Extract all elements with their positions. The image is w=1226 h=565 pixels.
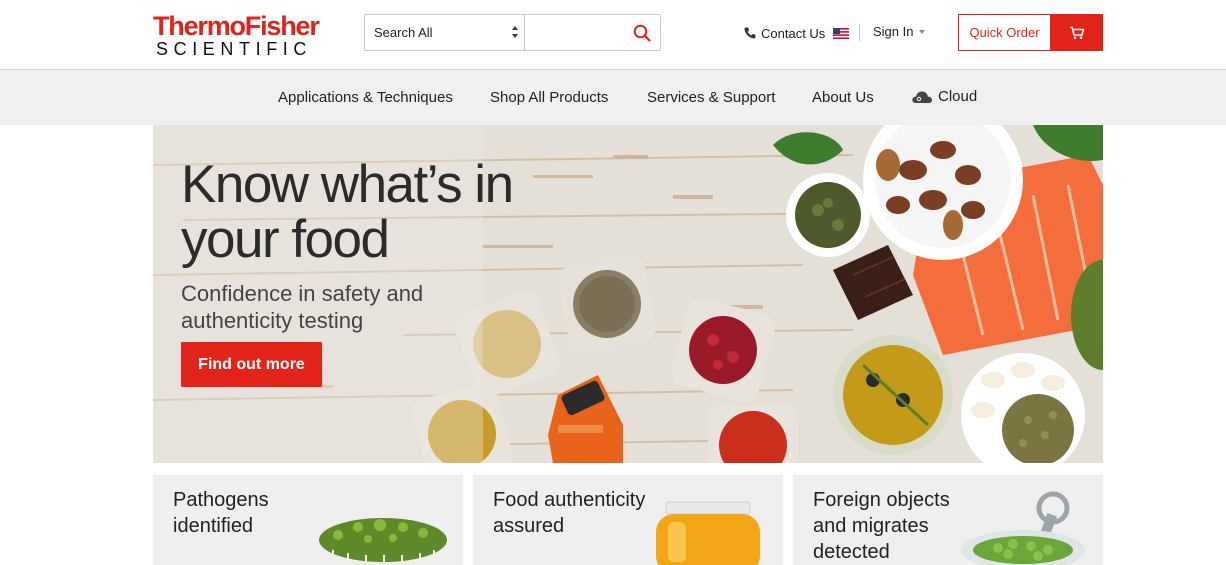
search-scope-label: Search All xyxy=(374,25,433,40)
search-input[interactable] xyxy=(526,15,626,50)
select-arrows-icon xyxy=(512,26,518,38)
hero-subtitle: Confidence in safety and authenticity te… xyxy=(181,280,423,334)
sign-in-menu[interactable]: Sign In xyxy=(873,24,926,39)
nav-shop-all-products[interactable]: Shop All Products xyxy=(490,89,608,106)
cloud-icon xyxy=(912,91,932,103)
search-bar: Search All xyxy=(364,14,661,51)
card-title-line-1: Foreign objects xyxy=(813,489,950,511)
search-scope-select[interactable]: Search All xyxy=(365,15,525,50)
nav-services-support[interactable]: Services & Support xyxy=(647,89,775,106)
nav-cloud[interactable]: Cloud xyxy=(911,88,977,105)
card-title-line-2: assured xyxy=(493,515,565,537)
main-nav: Applications & Techniques Shop All Produ… xyxy=(0,70,1226,125)
card-title: Foreign objects and migrates detected xyxy=(813,487,950,565)
honey-jar-image xyxy=(656,501,760,565)
nav-applications-techniques[interactable]: Applications & Techniques xyxy=(278,89,453,106)
card-title-line-3: detected xyxy=(813,541,890,563)
hero-banner[interactable]: Know what’s in your food Confidence in s… xyxy=(153,125,1103,463)
us-flag-icon xyxy=(833,27,850,39)
hero-subtitle-line-2: authenticity testing xyxy=(181,308,364,333)
card-pathogens[interactable]: Pathogens identified xyxy=(153,475,463,565)
card-title: Pathogens identified xyxy=(173,487,269,539)
cart-button[interactable] xyxy=(1051,14,1103,51)
hero-title: Know what’s in your food xyxy=(181,155,514,269)
thermo-fisher-logo[interactable]: ThermoFisher SCIENTIFIC xyxy=(153,12,343,58)
sign-in-label: Sign In xyxy=(873,24,914,39)
search-icon[interactable] xyxy=(632,23,652,43)
hero-title-line-1: Know what’s in xyxy=(181,155,514,214)
hero-subtitle-line-1: Confidence in safety and xyxy=(181,281,424,306)
logo-subtitle: SCIENTIFIC xyxy=(156,39,313,59)
hero-title-line-2: your food xyxy=(181,210,390,269)
card-title-line-1: Pathogens xyxy=(173,489,269,511)
contact-us-link[interactable]: Contact Us xyxy=(743,24,850,42)
contact-us-label: Contact Us xyxy=(761,25,826,41)
peas-can-image xyxy=(961,491,1085,565)
phone-icon xyxy=(744,27,756,39)
site-header: ThermoFisher SCIENTIFIC Search All Conta… xyxy=(0,0,1226,70)
cart-icon xyxy=(1070,26,1085,39)
nav-about-us[interactable]: About Us xyxy=(812,89,874,106)
nav-cloud-label: Cloud xyxy=(938,88,978,105)
find-out-more-button[interactable]: Find out more xyxy=(181,342,322,387)
sprouts-image xyxy=(319,518,447,565)
card-foreign-objects[interactable]: Foreign objects and migrates detected xyxy=(793,475,1103,565)
logo-wordmark: ThermoFisher xyxy=(153,11,320,41)
chevron-down-icon xyxy=(919,29,926,34)
card-title: Food authenticity assured xyxy=(493,487,645,539)
card-title-line-2: and migrates xyxy=(813,515,929,537)
card-food-authenticity[interactable]: Food authenticity assured xyxy=(473,475,783,565)
quick-order-button[interactable]: Quick Order xyxy=(958,14,1051,51)
header-divider xyxy=(859,24,860,41)
card-title-line-2: identified xyxy=(173,515,254,537)
card-title-line-1: Food authenticity xyxy=(493,489,646,511)
